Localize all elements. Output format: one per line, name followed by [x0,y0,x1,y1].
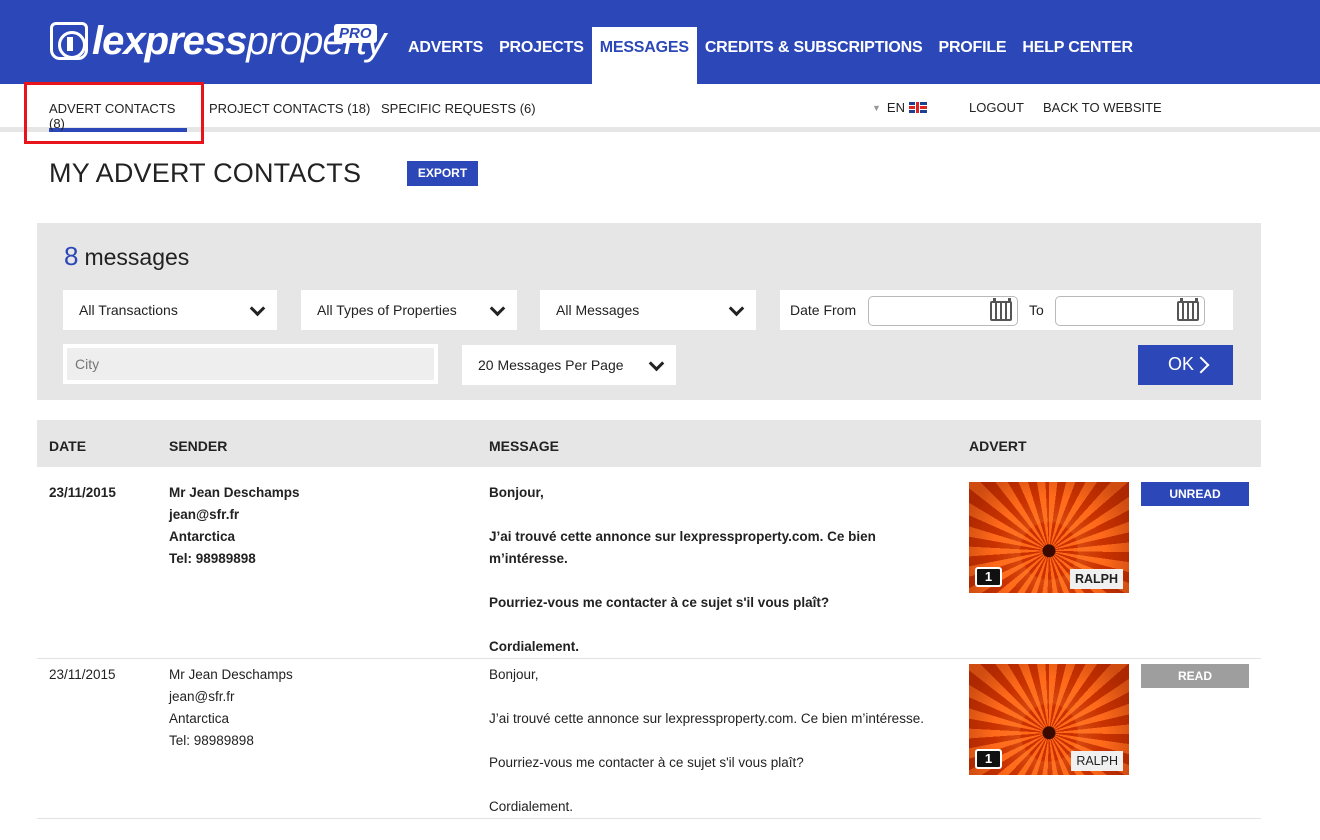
table-row[interactable]: 23/11/2015 Mr Jean Deschamps jean@sfr.fr… [37,659,1261,819]
message-count: 8 messages [64,241,189,272]
tab-project-contacts[interactable]: PROJECT CONTACTS (18) [209,84,370,132]
sender-tel: Tel: 98989898 [169,733,254,748]
logo-house-icon [50,22,88,60]
message-closing: Cordialement. [489,799,574,814]
header-advert[interactable]: ADVERT [969,438,1027,454]
sender-name: Mr Jean Deschamps [169,667,293,682]
main-nav: ADVERTS PROJECTS MESSAGES CREDITS & SUBS… [400,27,1141,84]
calendar-icon[interactable] [1177,298,1199,321]
date-to-input[interactable] [1055,296,1205,326]
advert-thumbnail[interactable]: 1 RALPH [969,664,1129,775]
messages-value: All Messages [556,302,640,318]
chevron-down-icon [489,300,506,317]
message-greeting: Bonjour, [489,485,544,500]
row-date: 23/11/2015 [49,667,116,682]
transactions-select[interactable]: All Transactions [63,290,277,330]
per-page-value: 20 Messages Per Page [478,357,624,373]
highlight-annotation [24,82,204,144]
header-sender[interactable]: SENDER [169,438,227,454]
date-from-input[interactable] [868,296,1018,326]
pro-badge: PRO [334,24,377,43]
sender-name: Mr Jean Deschamps [169,485,300,500]
chevron-right-icon [1192,356,1210,374]
per-page-select[interactable]: 20 Messages Per Page [462,345,676,385]
table-row[interactable]: 23/11/2015 Mr Jean Deschamps jean@sfr.fr… [37,467,1261,659]
message-request: Pourriez-vous me contacter à ce sujet s'… [489,595,830,610]
chevron-down-icon [249,300,266,317]
nav-profile[interactable]: PROFILE [930,27,1014,84]
advert-owner-label: RALPH [1069,569,1123,589]
camera-icon: 1 [975,567,1002,587]
message-request: Pourriez-vous me contacter à ce sujet s'… [489,755,804,770]
row-message[interactable]: Bonjour, J’ai trouvé cette annonce sur l… [489,664,959,840]
calendar-icon[interactable] [990,298,1012,321]
city-field-wrapper [63,344,438,384]
language-code: EN [886,100,905,115]
back-to-website-link[interactable]: BACK TO WEBSITE [1043,100,1162,115]
export-button[interactable]: EXPORT [407,161,478,186]
advert-thumbnail[interactable]: 1 RALPH [969,482,1129,593]
property-types-select[interactable]: All Types of Properties [301,290,517,330]
ok-button[interactable]: OK [1138,345,1233,385]
logout-link[interactable]: LOGOUT [969,100,1024,115]
header-date[interactable]: DATE [49,438,86,454]
header-message[interactable]: MESSAGE [489,438,559,454]
nav-credits-subscriptions[interactable]: CREDITS & SUBSCRIPTIONS [697,27,931,84]
property-types-value: All Types of Properties [317,302,457,318]
message-count-label: messages [84,244,190,270]
row-sender: Mr Jean Deschamps jean@sfr.fr Antarctica… [169,664,293,752]
status-badge: READ [1141,664,1249,688]
messages-select[interactable]: All Messages [540,290,756,330]
nav-help-center[interactable]: HELP CENTER [1014,27,1140,84]
date-range: Date From To [780,290,1233,330]
row-date: 23/11/2015 [49,485,116,500]
top-bar: lexpressproperty PRO ADVERTS PROJECTS ME… [0,0,1320,84]
chevron-down-icon [728,300,745,317]
camera-icon: 1 [975,749,1002,769]
page-title: MY ADVERT CONTACTS [49,158,362,188]
status-badge: UNREAD [1141,482,1249,506]
message-closing: Cordialement. [489,639,580,654]
transactions-value: All Transactions [79,302,178,318]
row-sender: Mr Jean Deschamps jean@sfr.fr Antarctica… [169,482,300,570]
row-message[interactable]: Bonjour, J’ai trouvé cette annonce sur l… [489,482,909,680]
sender-email[interactable]: jean@sfr.fr [169,504,300,526]
language-selector[interactable]: ▼ EN [872,100,927,115]
filter-panel: 8 messages All Transactions All Types of … [37,223,1261,400]
caret-down-icon: ▼ [872,102,881,113]
tab-specific-requests[interactable]: SPECIFIC REQUESTS (6) [381,84,536,132]
message-body: J’ai trouvé cette annonce sur lexpresspr… [489,711,924,726]
table-header: DATE SENDER MESSAGE ADVERT [37,420,1261,467]
chevron-down-icon [648,355,665,372]
nav-projects[interactable]: PROJECTS [491,27,592,84]
nav-adverts[interactable]: ADVERTS [400,27,491,84]
message-body: J’ai trouvé cette annonce sur lexpresspr… [489,529,876,566]
advert-owner-label: RALPH [1071,751,1123,771]
sender-location: Antarctica [169,711,230,726]
brand-logo[interactable]: lexpressproperty PRO [50,16,386,66]
city-input[interactable] [67,348,434,380]
date-from-label: Date From [790,302,857,318]
message-count-number: 8 [64,241,79,271]
nav-messages[interactable]: MESSAGES [591,27,697,84]
date-to-label: To [1029,302,1044,318]
ok-label: OK [1168,354,1195,374]
uk-flag-icon [908,102,927,113]
message-greeting: Bonjour, [489,667,539,682]
sender-tel: Tel: 98989898 [169,551,256,566]
sender-email[interactable]: jean@sfr.fr [169,686,293,708]
sender-location: Antarctica [169,529,236,544]
